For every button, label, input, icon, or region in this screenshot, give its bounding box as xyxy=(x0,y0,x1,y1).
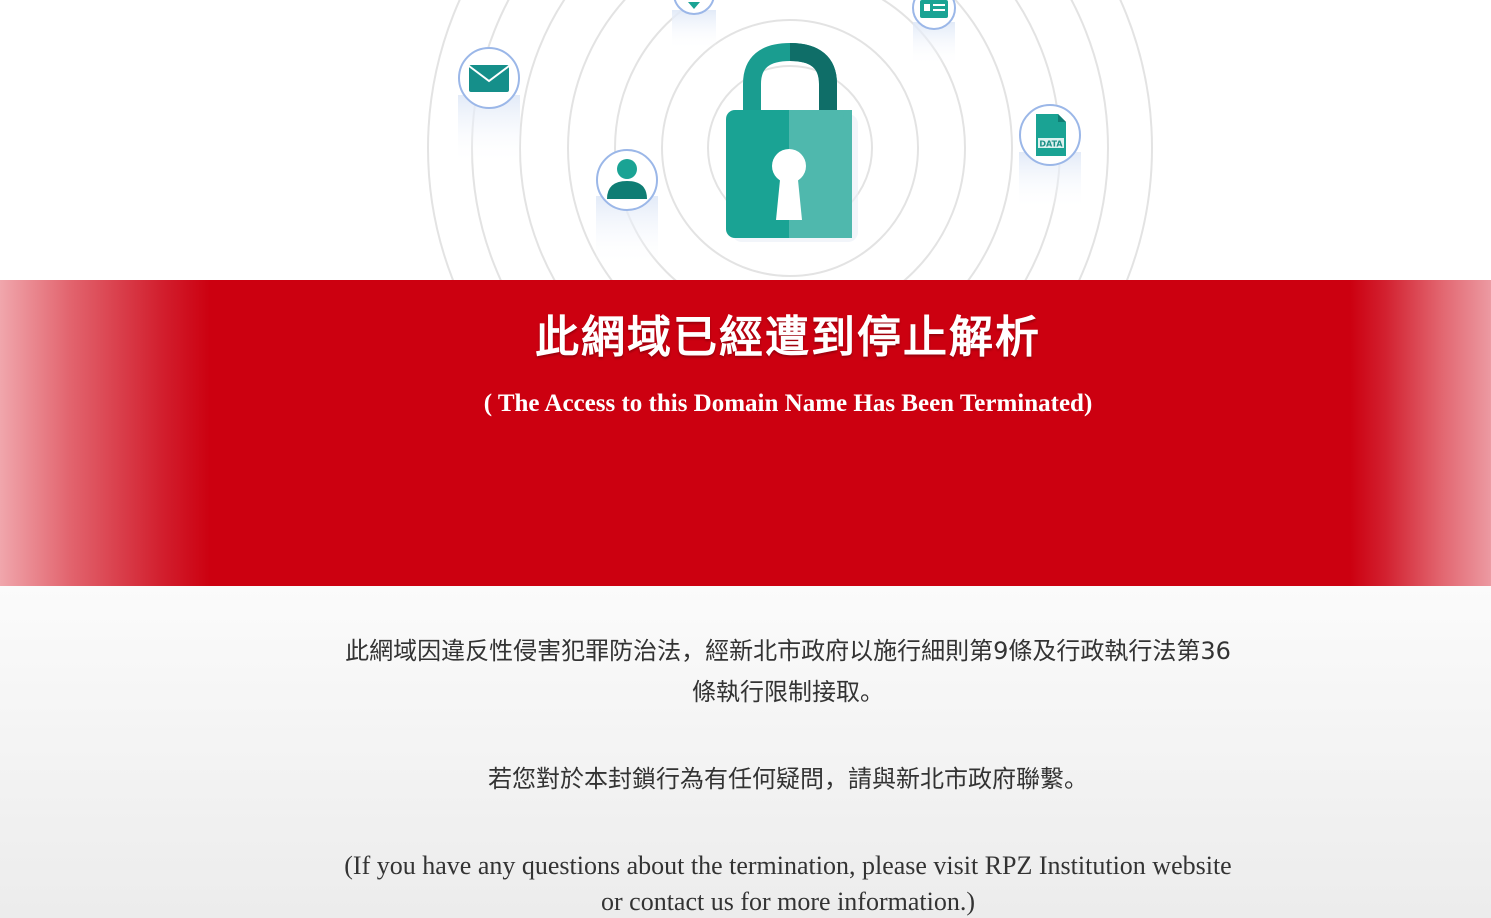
hero-illustration: DATA xyxy=(0,0,1491,280)
termination-banner: 此網域已經遭到停止解析 ( The Access to this Domain … xyxy=(0,280,1491,586)
id-card-icon xyxy=(912,0,956,66)
envelope-icon xyxy=(458,47,520,165)
data-file-icon: DATA xyxy=(1019,104,1081,210)
data-icon-label: DATA xyxy=(1039,140,1063,149)
user-icon xyxy=(596,149,658,266)
legal-notice-text: 此網域因違反性侵害犯罪防治法，經新北市政府以施行細則第9條及行政執行法第36條執… xyxy=(345,637,1231,706)
blocked-domain-page: DATA 此網域已經遭到停止解析 ( The Access to this Do… xyxy=(0,0,1491,918)
banner-subtitle: ( The Access to this Domain Name Has Bee… xyxy=(483,390,1093,417)
banner-title: 此網域已經遭到停止解析 xyxy=(535,312,1041,363)
contact-notice-english: (If you have any questions about the ter… xyxy=(344,851,1232,916)
map-pin-icon xyxy=(672,0,716,50)
message-section: 此網域因違反性侵害犯罪防治法，經新北市政府以施行細則第9條及行政執行法第36條執… xyxy=(0,586,1491,918)
contact-notice-text: 若您對於本封鎖行為有任何疑問，請與新北市政府聯繫。 xyxy=(488,765,1088,793)
